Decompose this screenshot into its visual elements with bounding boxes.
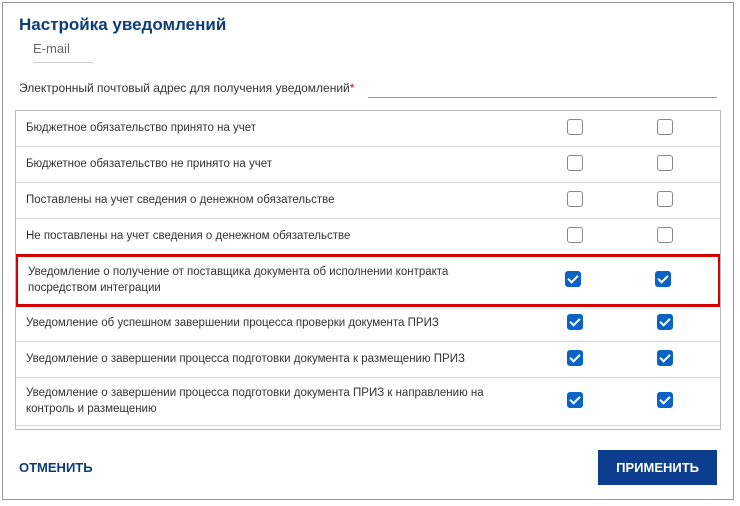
tab-email[interactable]: E-mail	[33, 41, 93, 63]
cancel-button[interactable]: ОТМЕНИТЬ	[19, 460, 93, 475]
checkbox[interactable]	[567, 227, 583, 243]
checkbox-cell	[620, 350, 710, 369]
checkbox[interactable]	[567, 191, 583, 207]
checkbox-cell	[620, 392, 710, 411]
notification-row: Бюджетное обязательство принято на учет	[16, 111, 720, 147]
dialog: Настройка уведомлений E-mail Электронный…	[2, 2, 734, 500]
notification-label: Уведомление о получение от поставщика до…	[28, 265, 528, 296]
checkbox[interactable]	[567, 350, 583, 366]
checkbox-cell	[530, 314, 620, 333]
checkbox[interactable]	[657, 155, 673, 171]
notification-row: Уведомление о технической ошибке при раб…	[16, 426, 720, 430]
notification-row: Поставлены на учет сведения о денежном о…	[16, 183, 720, 219]
notification-row: Не поставлены на учет сведения о денежно…	[16, 219, 720, 255]
notification-label: Не поставлены на учет сведения о денежно…	[26, 229, 530, 245]
checkbox-cell	[530, 155, 620, 174]
checkbox-cell	[618, 271, 708, 290]
checkbox[interactable]	[657, 227, 673, 243]
notification-row: Уведомление о завершении процесса подгот…	[16, 378, 720, 426]
checkbox-cell	[620, 119, 710, 138]
checkbox-cell	[530, 191, 620, 210]
checkbox-cell	[530, 392, 620, 411]
notification-row-highlight: Уведомление о получение от поставщика до…	[15, 254, 721, 307]
email-input[interactable]	[368, 79, 717, 98]
notification-row: Бюджетное обязательство не принято на уч…	[16, 147, 720, 183]
checkbox[interactable]	[657, 119, 673, 135]
checkbox-cell	[620, 227, 710, 246]
required-mark: *	[350, 81, 355, 95]
checkbox[interactable]	[567, 392, 583, 408]
notification-row: Уведомление о завершении процесса подгот…	[16, 342, 720, 378]
email-row: Электронный почтовый адрес для получения…	[3, 69, 733, 104]
header: Настройка уведомлений E-mail	[3, 3, 733, 69]
checkbox-cell	[530, 119, 620, 138]
checkbox[interactable]	[567, 155, 583, 171]
checkbox[interactable]	[655, 271, 671, 287]
checkbox-cell	[620, 155, 710, 174]
notification-list[interactable]: Бюджетное обязательство принято на учет Б…	[15, 110, 721, 430]
checkbox[interactable]	[565, 271, 581, 287]
notification-label: Уведомление об успешном завершении проце…	[26, 316, 530, 332]
footer: ОТМЕНИТЬ ПРИМЕНИТЬ	[3, 436, 733, 499]
email-label: Электронный почтовый адрес для получения…	[19, 81, 354, 95]
checkbox-cell	[530, 227, 620, 246]
checkbox[interactable]	[657, 314, 673, 330]
checkbox[interactable]	[567, 119, 583, 135]
page-title: Настройка уведомлений	[19, 15, 717, 35]
checkbox[interactable]	[567, 314, 583, 330]
checkbox-cell	[530, 350, 620, 369]
apply-button[interactable]: ПРИМЕНИТЬ	[598, 450, 717, 485]
notification-label: Поставлены на учет сведения о денежном о…	[26, 193, 530, 209]
checkbox-cell	[528, 271, 618, 290]
notification-row: Уведомление об успешном завершении проце…	[16, 306, 720, 342]
checkbox-cell	[620, 314, 710, 333]
notification-label: Уведомление о завершении процесса подгот…	[26, 386, 530, 417]
notification-label: Бюджетное обязательство не принято на уч…	[26, 157, 530, 173]
checkbox[interactable]	[657, 392, 673, 408]
checkbox[interactable]	[657, 191, 673, 207]
checkbox[interactable]	[657, 350, 673, 366]
notification-label: Бюджетное обязательство принято на учет	[26, 121, 530, 137]
checkbox-cell	[620, 191, 710, 210]
notification-label: Уведомление о завершении процесса подгот…	[26, 352, 530, 368]
